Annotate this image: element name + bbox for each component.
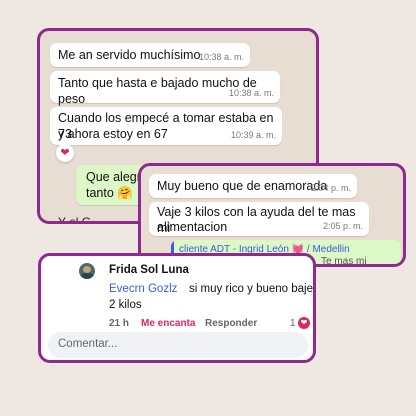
- message-time: 10:38 a. m.: [228, 88, 274, 98]
- avatar[interactable]: [79, 263, 95, 279]
- comment-input[interactable]: Comentar...: [48, 332, 308, 358]
- reaction-count: 1: [290, 318, 296, 329]
- message-time: 2:05 p. m.: [322, 221, 363, 231]
- comment-text: si muy rico y bueno baje: [189, 283, 314, 295]
- message-text: Muy bueno que de enamorada: [157, 179, 328, 193]
- comment-bubble: Frida Sol Luna Evecrn Gozlz si muy rico …: [109, 261, 313, 311]
- cut-message-text: Y el G...: [58, 215, 102, 224]
- whatsapp-chat-card-2: Muy bueno que de enamorada 2:04 p. m. Va…: [138, 163, 406, 267]
- message-text: tanto: [86, 186, 114, 200]
- message-text: y ahora estoy en 67: [58, 127, 168, 141]
- comment-input-placeholder: Comentar...: [58, 338, 118, 350]
- message-bubble: Muy bueno que de enamorada 2:04 p. m.: [149, 174, 357, 198]
- heart-reaction-icon[interactable]: ❤: [56, 144, 74, 162]
- comment-text: 2 kilos: [109, 299, 142, 311]
- mention-link[interactable]: Evecrn Gozlz: [109, 283, 177, 295]
- love-reaction-icon: ❤: [298, 317, 310, 329]
- message-time: 10:39 a. m.: [230, 130, 276, 140]
- message-bubble: Vaje 3 kilos con la ayuda del te mas mi …: [149, 202, 369, 236]
- hug-emoji-icon: 🤗: [117, 186, 133, 200]
- message-time: 10:38 a. m.: [198, 52, 244, 62]
- message-text: alimentacion: [157, 220, 228, 234]
- message-bubble: Me an servido muchísimo 10:38 a. m.: [50, 43, 250, 67]
- message-text: Me an servido muchísimo: [58, 48, 201, 62]
- facebook-comment-card: Frida Sol Luna Evecrn Gozlz si muy rico …: [38, 253, 316, 363]
- comment-age: 21 h: [109, 318, 130, 329]
- message-time: 2:04 p. m.: [310, 183, 351, 193]
- message-bubble: Tanto que hasta e bajado mucho de peso 1…: [50, 71, 280, 106]
- reply-button[interactable]: Responder: [205, 318, 257, 329]
- love-reaction-button[interactable]: Me encanta: [141, 318, 195, 329]
- reply-quote-text: Te mas mi: [321, 256, 367, 266]
- comment-author[interactable]: Frida Sol Luna: [109, 264, 189, 276]
- message-bubble: Cuando los empecé a tomar estaba en 73 y…: [50, 107, 282, 145]
